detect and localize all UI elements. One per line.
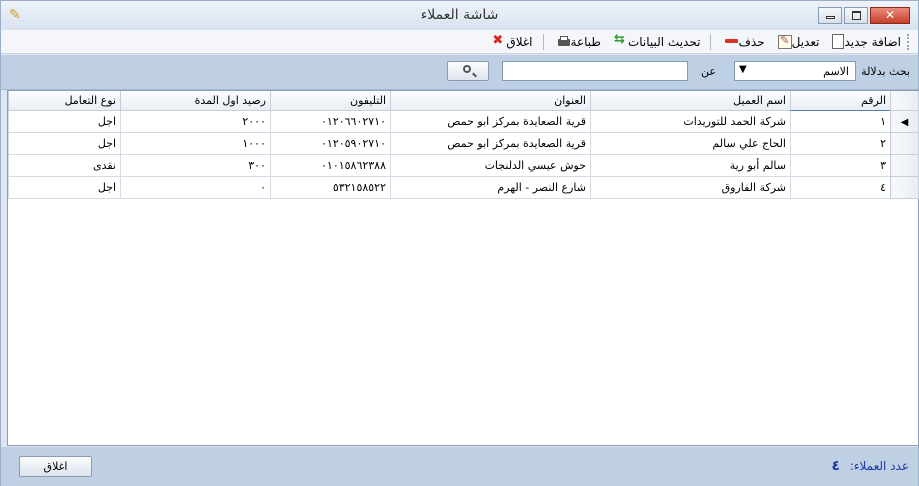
cell-customer-name[interactable]: شركة الحمد للتوريدات: [590, 110, 791, 133]
toolbar-close-button[interactable]: اغلاق: [489, 33, 533, 49]
edit-button[interactable]: تعديل: [775, 33, 820, 49]
cell-payment-type[interactable]: اجل: [8, 132, 121, 155]
refresh-label: تحديث البيانات: [627, 34, 701, 49]
window-controls: ✕: [818, 7, 912, 24]
minimize-icon: [826, 16, 835, 19]
search-icon: [463, 65, 471, 73]
row-indicator-header: [890, 91, 919, 111]
add-new-label: اضافة جديد: [844, 34, 901, 49]
cell-customer-name[interactable]: الحاج علي سالم: [590, 132, 791, 155]
table-row[interactable]: ٤ شركة الفاروق شارع النصر - الهرم ٥٣٢١٥٨…: [8, 176, 919, 199]
column-header-payment-type[interactable]: نوع التعامل: [8, 91, 121, 111]
cell-payment-type[interactable]: اجل: [8, 110, 121, 133]
delete-icon: [724, 35, 739, 49]
edit-label: تعديل: [791, 34, 820, 49]
delete-label: حذف: [738, 34, 765, 49]
customer-count: عدد العملاء: ٤: [831, 458, 909, 474]
search-input[interactable]: [502, 61, 688, 81]
maximize-icon: [852, 11, 861, 20]
cell-address[interactable]: شارع النصر - الهرم: [390, 176, 591, 199]
cell-number[interactable]: ٢: [790, 132, 891, 155]
about-label: عن: [701, 65, 716, 78]
toolbar-close-label: اغلاق: [506, 34, 533, 49]
cell-payment-type[interactable]: اجل: [8, 176, 121, 199]
minimize-button[interactable]: [818, 7, 842, 24]
title-bar[interactable]: ✎ شاشة العملاء ✕: [1, 1, 918, 31]
printer-icon: [557, 35, 571, 49]
current-row-arrow-icon: ◀: [900, 117, 909, 128]
print-button[interactable]: طباعة: [554, 35, 601, 49]
customer-count-label: عدد العملاء:: [849, 459, 909, 473]
cell-address[interactable]: قرية الصعايدة بمركز ابو حمص: [390, 110, 591, 133]
cell-opening-balance[interactable]: ١٠٠٠: [120, 132, 271, 155]
cell-customer-name[interactable]: شركة الفاروق: [590, 176, 791, 199]
customers-window: ✎ شاشة العملاء ✕ اضافة جديد تعديل حذف تح…: [0, 0, 919, 486]
row-selector[interactable]: [890, 176, 919, 199]
row-selector[interactable]: ◀: [890, 110, 919, 133]
toolbar-separator: [710, 33, 712, 50]
search-by-label: بحث بدلالة: [861, 65, 910, 78]
table-row[interactable]: ٢ الحاج علي سالم قرية الصعايدة بمركز ابو…: [8, 132, 919, 155]
search-field-select[interactable]: الاسم ▼: [734, 61, 856, 81]
cell-number[interactable]: ٤: [790, 176, 891, 199]
delete-button[interactable]: حذف: [721, 34, 765, 49]
customers-table: الرقم اسم العميل العنوان التليفون رصيد ا…: [8, 91, 919, 199]
cell-phone[interactable]: ٠١٠١٥٨٦٢٣٨٨: [270, 154, 391, 177]
refresh-button[interactable]: تحديث البيانات: [611, 32, 701, 49]
window-title: شاشة العملاء: [420, 7, 499, 23]
cell-opening-balance[interactable]: ٠: [120, 176, 271, 199]
row-selector[interactable]: [890, 154, 919, 177]
search-field-value: الاسم: [823, 65, 849, 78]
row-selector[interactable]: [890, 132, 919, 155]
add-new-button[interactable]: اضافة جديد: [829, 34, 901, 49]
toolbar: اضافة جديد تعديل حذف تحديث البيانات طباع…: [1, 30, 918, 54]
cell-address[interactable]: قرية الصعايدة بمركز ابو حمص: [390, 132, 591, 155]
column-header-address[interactable]: العنوان: [390, 91, 591, 111]
edit-icon: [777, 33, 792, 49]
footer-bar: اغلاق عدد العملاء: ٤: [1, 447, 918, 486]
cell-phone[interactable]: ٥٣٢١٥٨٥٢٢: [270, 176, 391, 199]
search-bar: بحث بدلالة الاسم ▼ عن: [1, 55, 918, 90]
chevron-down-icon: ▼: [739, 64, 747, 75]
table-header-row: الرقم اسم العميل العنوان التليفون رصيد ا…: [8, 91, 919, 111]
toolbar-grip[interactable]: [907, 33, 912, 50]
customer-count-value: ٤: [831, 458, 840, 474]
cell-phone[interactable]: ٠١٢٠٥٩٠٢٧١٠: [270, 132, 391, 155]
table-row[interactable]: ◀ ١ شركة الحمد للتوريدات قرية الصعايدة ب…: [8, 110, 919, 133]
cell-customer-name[interactable]: سالم أبو رية: [590, 154, 791, 177]
new-document-icon: [832, 34, 845, 49]
column-header-opening-balance[interactable]: رصيد اول المدة: [120, 91, 271, 111]
column-header-number[interactable]: الرقم: [790, 91, 891, 111]
cell-number[interactable]: ٣: [790, 154, 891, 177]
maximize-button[interactable]: [844, 7, 868, 24]
close-button[interactable]: اغلاق: [19, 456, 92, 477]
column-header-customer-name[interactable]: اسم العميل: [590, 91, 791, 111]
cell-address[interactable]: حوش عيسي الدلنجات: [390, 154, 591, 177]
print-label: طباعة: [570, 34, 601, 49]
cell-opening-balance[interactable]: ٢٠٠٠: [120, 110, 271, 133]
close-icon: ✕: [884, 8, 896, 22]
customers-grid[interactable]: الرقم اسم العميل العنوان التليفون رصيد ا…: [7, 90, 919, 446]
refresh-icon: [614, 32, 628, 49]
toolbar-separator: [542, 33, 544, 50]
table-row[interactable]: ٣ سالم أبو رية حوش عيسي الدلنجات ٠١٠١٥٨٦…: [8, 154, 919, 177]
column-header-phone[interactable]: التليفون: [270, 91, 391, 111]
cell-number[interactable]: ١: [790, 110, 891, 133]
cell-opening-balance[interactable]: ٣٠٠: [120, 154, 271, 177]
close-x-icon: [492, 33, 506, 49]
search-button[interactable]: [447, 61, 489, 81]
close-window-button[interactable]: ✕: [870, 7, 910, 24]
cell-phone[interactable]: ٠١٢٠٦٦٠٢٧١٠: [270, 110, 391, 133]
cell-payment-type[interactable]: نقدى: [8, 154, 121, 177]
